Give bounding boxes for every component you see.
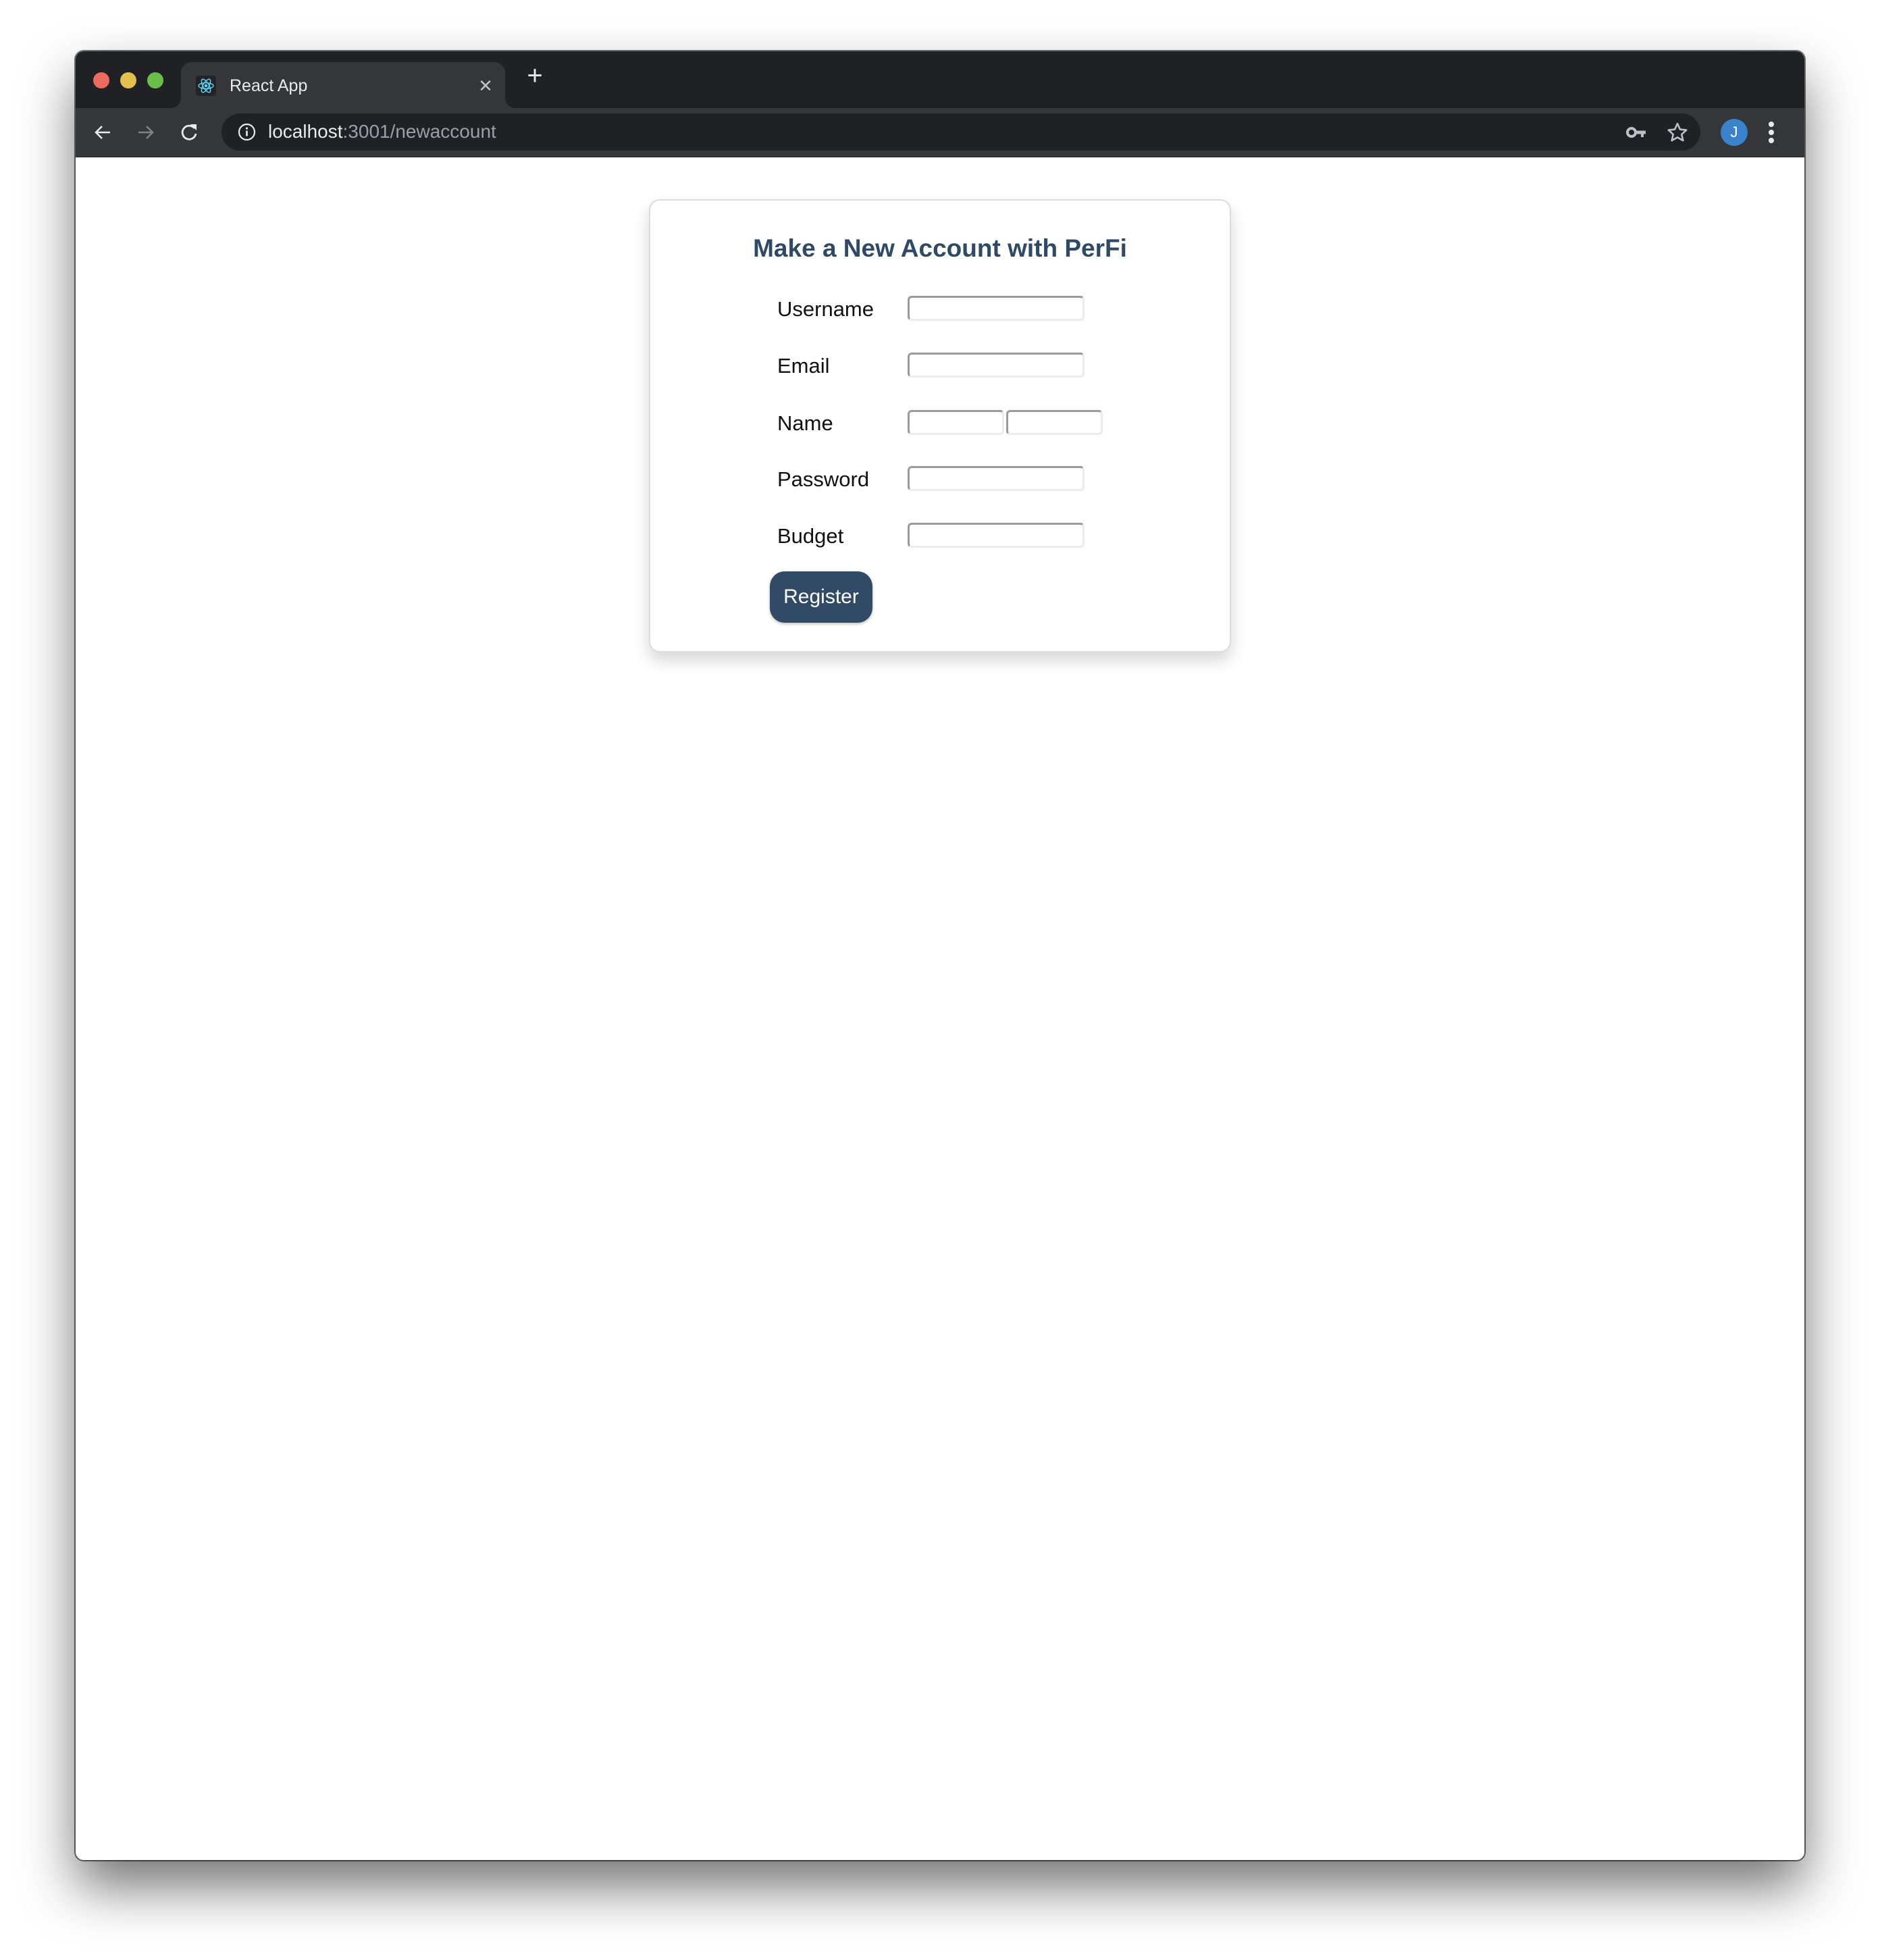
arrow-right-icon[interactable] <box>134 120 158 145</box>
page-title: Make a New Account with PerFi <box>753 234 1127 262</box>
username-input[interactable] <box>908 296 1085 321</box>
key-icon[interactable] <box>1626 123 1646 142</box>
password-label: Password <box>777 467 870 491</box>
url-text[interactable]: localhost:3001/newaccount <box>268 121 496 143</box>
star-icon[interactable] <box>1667 122 1688 143</box>
email-input[interactable] <box>908 353 1085 378</box>
form-row-username: Username <box>650 296 1230 323</box>
last-name-input[interactable] <box>1006 410 1103 435</box>
avatar[interactable]: J <box>1721 119 1748 146</box>
name-label: Name <box>777 411 833 435</box>
tab-title: React App <box>230 76 308 95</box>
form-row-email: Email <box>650 353 1230 380</box>
register-button[interactable]: Register <box>770 571 872 623</box>
url-host: localhost <box>268 121 343 142</box>
browser-window: React App ✕ + localhost:3001/newaccount … <box>76 51 1804 1860</box>
arrow-left-icon[interactable] <box>90 120 115 145</box>
tab-bar: React App ✕ + <box>76 51 1804 108</box>
form-row-budget: Budget <box>650 523 1230 550</box>
kebab-menu-icon[interactable] <box>1767 120 1776 145</box>
react-logo-icon <box>196 76 216 96</box>
reload-icon[interactable] <box>177 120 201 145</box>
password-input[interactable] <box>908 466 1085 491</box>
form-row-name: Name <box>650 410 1230 437</box>
tab-react-app[interactable]: React App ✕ <box>170 62 516 108</box>
close-icon[interactable]: ✕ <box>475 76 496 96</box>
first-name-input[interactable] <box>908 410 1004 435</box>
close-window-button[interactable] <box>93 72 109 88</box>
new-account-card: Make a New Account with PerFi Username E… <box>649 199 1231 652</box>
plus-icon[interactable]: + <box>521 62 548 89</box>
browser-toolbar: localhost:3001/newaccount J <box>76 108 1804 157</box>
email-label: Email <box>777 354 830 378</box>
username-label: Username <box>777 297 874 321</box>
url-path: :3001/newaccount <box>342 121 496 142</box>
info-icon[interactable] <box>238 123 256 141</box>
budget-input[interactable] <box>908 523 1085 548</box>
form-row-password: Password <box>650 466 1230 493</box>
maximize-window-button[interactable] <box>147 72 163 88</box>
address-bar[interactable]: localhost:3001/newaccount <box>221 113 1700 151</box>
budget-label: Budget <box>777 524 844 548</box>
page-content: Make a New Account with PerFi Username E… <box>76 157 1804 1860</box>
minimize-window-button[interactable] <box>120 72 136 88</box>
